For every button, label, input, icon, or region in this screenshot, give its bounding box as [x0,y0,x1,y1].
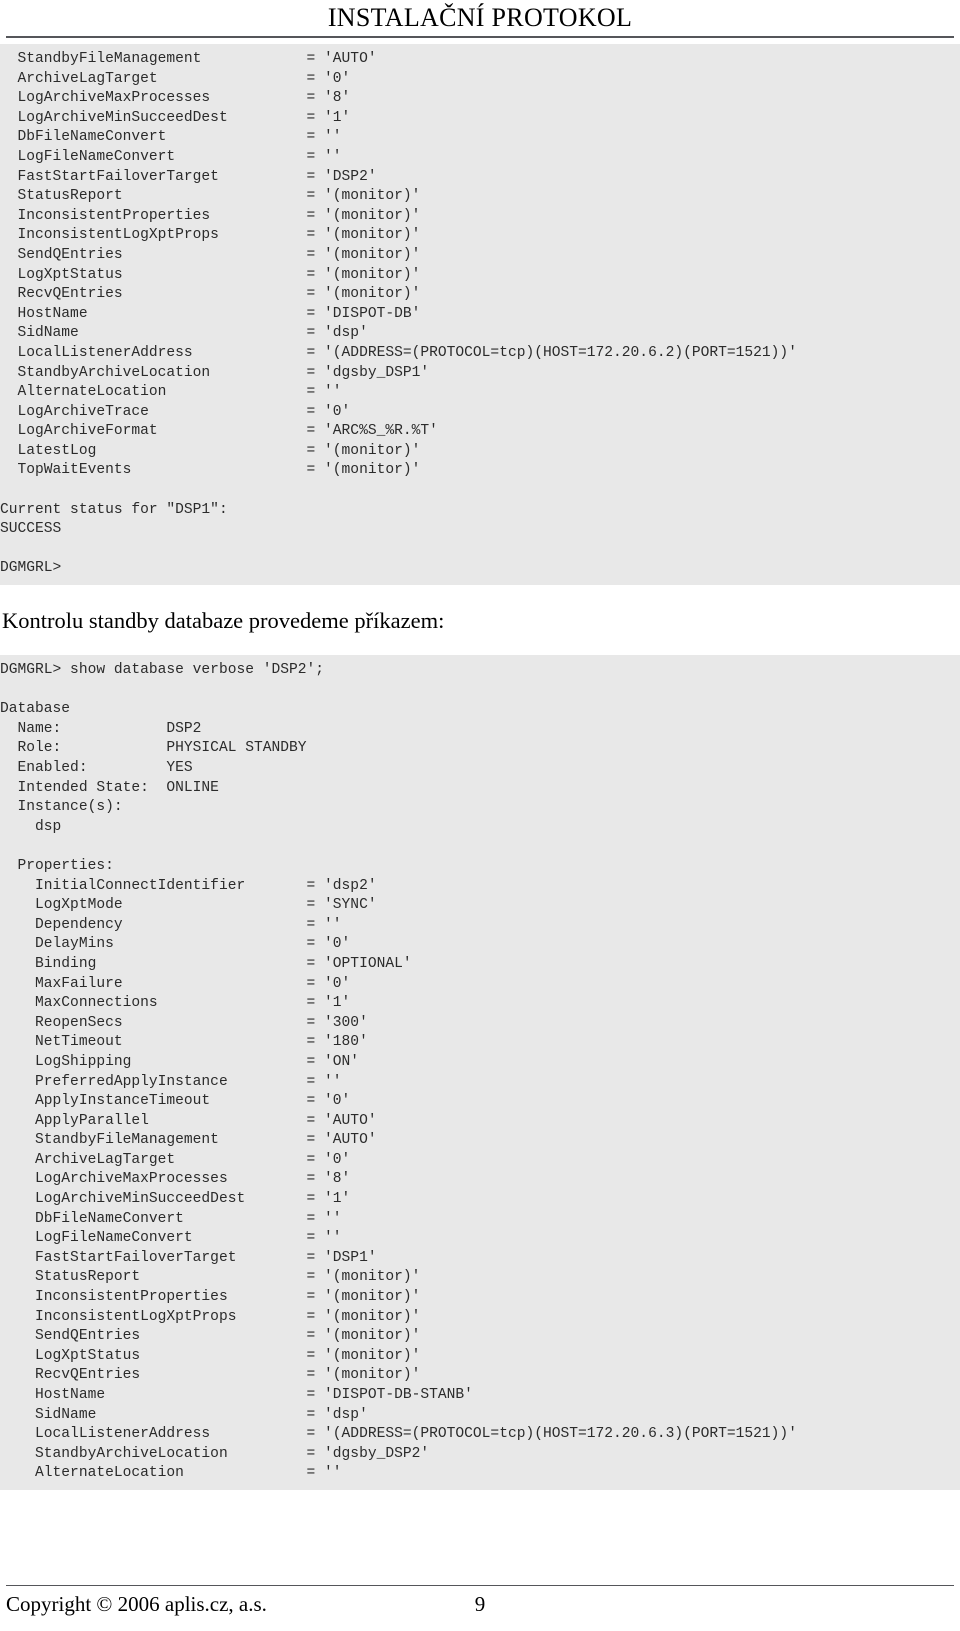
page-header: INSTALAČNÍ PROTOKOL [0,0,960,40]
document-body: StandbyFileManagement = 'AUTO' ArchiveLa… [0,44,960,1490]
code-line: InconsistentProperties = '(monitor)' [0,1289,421,1306]
code-line: LogArchiveMaxProcesses = '8' [0,90,351,107]
code-line: NetTimeout = '180' [0,1034,368,1051]
code-line: LogFileNameConvert = '' [0,148,342,165]
code-line: LogXptStatus = '(monitor)' [0,266,421,283]
code-line: ArchiveLagTarget = '0' [0,1151,351,1168]
page-footer: Copyright © 2006 aplis.cz, a.s. 9 [0,1585,960,1631]
page-title: INSTALAČNÍ PROTOKOL [327,3,633,32]
code-line: dsp [0,818,62,835]
code-line: SendQEntries = '(monitor)' [0,1328,421,1345]
code-line: LogArchiveFormat = 'ARC%S_%R.%T' [0,423,438,440]
code-line: LocalListenerAddress = '(ADDRESS=(PROTOC… [0,1426,797,1443]
code-line: HostName = 'DISPOT-DB-STANB' [0,1387,473,1403]
code-line: ApplyInstanceTimeout = '0' [0,1093,351,1110]
code-line: StatusReport = '(monitor)' [0,1269,421,1286]
code-line: DbFileNameConvert = '' [0,129,342,146]
code-line: FastStartFailoverTarget = 'DSP2' [0,168,377,185]
code-line: StandbyFileManagement = 'AUTO' [0,1132,377,1149]
code-line: Instance(s): [0,799,123,816]
code-line: LogShipping = 'ON' [0,1053,360,1070]
code-line: DGMGRL> show database verbose 'DSP2'; [0,662,325,679]
code-line: ArchiveLagTarget = '0' [0,70,351,87]
code-line: PreferredApplyInstance = '' [0,1073,342,1090]
code-line: Role: PHYSICAL STANDBY [0,740,307,757]
code-line: MaxConnections = '1' [0,995,351,1012]
code-block-standby-database-output: DGMGRL> show database verbose 'DSP2'; Da… [0,655,960,1490]
code-line: StatusReport = '(monitor)' [0,188,421,205]
code-line: Enabled: YES [0,760,193,776]
code-line: SidName = 'dsp' [0,325,368,342]
code-line: StandbyArchiveLocation = 'dgsby_DSP2' [0,1445,430,1462]
code-line: AlternateLocation = '' [0,384,342,401]
code-line: SidName = 'dsp' [0,1406,368,1423]
code-line: Intended State: ONLINE [0,779,219,796]
code-line: InconsistentProperties = '(monitor)' [0,207,421,224]
spacer-above-heading [0,585,960,607]
code-line: HostName = 'DISPOT-DB' [0,305,421,322]
code-line: LatestLog = '(monitor)' [0,442,421,459]
code-line: ApplyParallel = 'AUTO' [0,1112,377,1129]
code-line: LocalListenerAddress = '(ADDRESS=(PROTOC… [0,344,797,361]
code-line: DelayMins = '0' [0,936,351,953]
code-line: RecvQEntries = '(monitor)' [0,1367,421,1384]
code-line: FastStartFailoverTarget = 'DSP1' [0,1249,377,1266]
code-line: Properties: [0,857,114,874]
spacer-below-heading [0,635,960,655]
page-number: 9 [474,1592,486,1616]
code-line: Binding = 'OPTIONAL' [0,955,412,972]
code-block-primary-database-output: StandbyFileManagement = 'AUTO' ArchiveLa… [0,44,960,586]
code-line: LogFileNameConvert = '' [0,1230,342,1247]
section-heading: Kontrolu standby databaze provedeme přík… [2,608,445,634]
code-line: TopWaitEvents = '(monitor)' [0,462,421,479]
code-line: SendQEntries = '(monitor)' [0,246,421,263]
code-line: LogArchiveMaxProcesses = '8' [0,1171,351,1188]
code-line: InconsistentLogXptProps = '(monitor)' [0,227,421,244]
code-line: LogXptStatus = '(monitor)' [0,1347,421,1364]
code-line: SUCCESS [0,521,62,538]
code-line: DGMGRL> [0,560,62,577]
code-line: DbFileNameConvert = '' [0,1210,342,1227]
code-line: Database [0,701,71,718]
footer-divider [6,1585,954,1586]
code-line: InitialConnectIdentifier = 'dsp2' [0,877,377,894]
code-line: Dependency = '' [0,916,342,933]
code-line: MaxFailure = '0' [0,975,351,992]
code-line: LogXptMode = 'SYNC' [0,897,377,914]
code-line: LogArchiveTrace = '0' [0,403,351,420]
code-line: Name: DSP2 [0,720,202,737]
code-line: LogArchiveMinSucceedDest = '1' [0,1191,351,1208]
code-line: StandbyFileManagement = 'AUTO' [0,51,377,67]
code-line: ReopenSecs = '300' [0,1014,368,1031]
code-line: Current status for "DSP1": [0,501,228,518]
code-line: InconsistentLogXptProps = '(monitor)' [0,1308,421,1325]
header-divider [6,36,954,38]
code-line: StandbyArchiveLocation = 'dgsby_DSP1' [0,364,430,381]
code-line: RecvQEntries = '(monitor)' [0,286,421,303]
code-line: LogArchiveMinSucceedDest = '1' [0,109,351,126]
code-line: AlternateLocation = '' [0,1465,342,1482]
